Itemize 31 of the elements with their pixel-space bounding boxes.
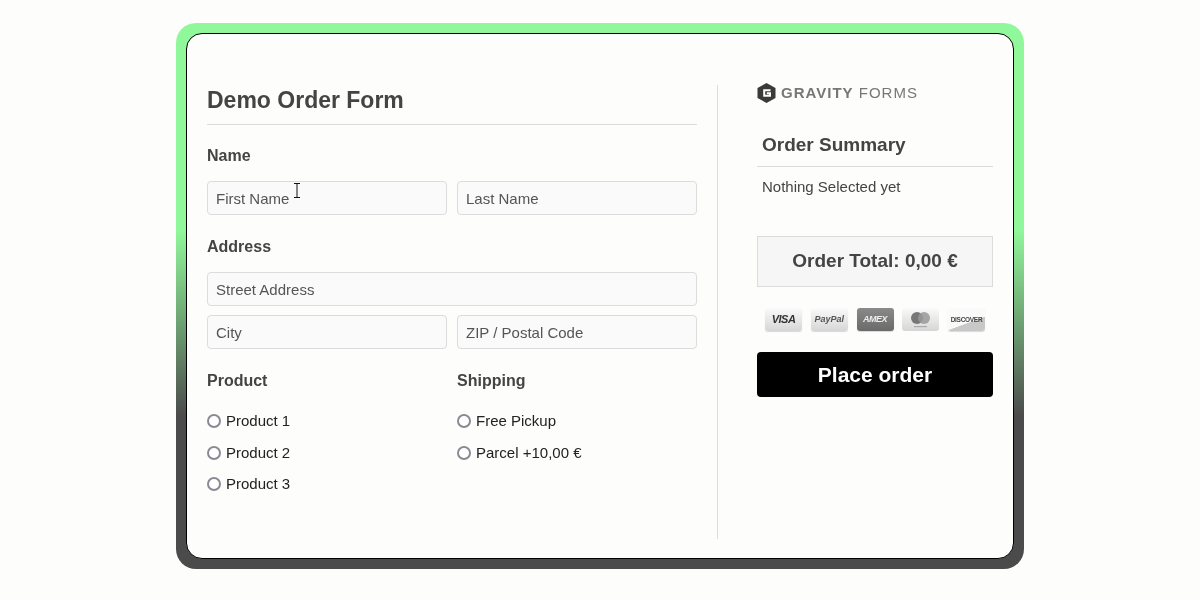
input-field[interactable]: Street Address xyxy=(207,272,697,306)
card-logo-icon xyxy=(902,308,940,331)
summary-text: Nothing Selected yet xyxy=(761,177,902,197)
order-total: Order Total: 0,00 € xyxy=(757,236,993,287)
input-field[interactable]: ZIP / Postal Code xyxy=(457,315,697,349)
radio-button[interactable] xyxy=(207,477,221,491)
field-label: Product xyxy=(207,371,269,391)
summary-title: Order Summary xyxy=(757,133,993,167)
radio-label[interactable]: Product 3 xyxy=(226,473,291,495)
field-label: Address xyxy=(207,237,273,257)
field-label: Name xyxy=(207,146,252,166)
radio-button[interactable] xyxy=(457,445,471,460)
radio-button[interactable] xyxy=(457,414,471,428)
input-field[interactable]: City xyxy=(207,315,447,349)
card-logo: PayPal xyxy=(810,308,848,331)
input-field[interactable]: First Name xyxy=(207,181,447,215)
card-logo: VISA xyxy=(765,308,802,331)
radio-label[interactable]: Product 2 xyxy=(226,441,291,464)
text-cursor-icon xyxy=(294,183,300,198)
radio-label[interactable]: Parcel +10,00 € xyxy=(476,441,582,464)
radio-button[interactable] xyxy=(207,445,221,460)
brand-logo-text: GRAVITY FORMS xyxy=(781,82,918,103)
hexagon-logo-icon xyxy=(757,83,776,103)
card-logo: AMEX xyxy=(856,308,894,331)
input-field[interactable]: Last Name xyxy=(457,181,697,215)
radio-label[interactable]: Product 1 xyxy=(226,410,291,432)
field-label: Shipping xyxy=(457,371,527,391)
radio-button[interactable] xyxy=(207,414,221,428)
place-order-button[interactable]: Place order xyxy=(757,352,993,397)
form-title: Demo Order Form xyxy=(207,85,697,125)
radio-label[interactable]: Free Pickup xyxy=(476,410,557,432)
